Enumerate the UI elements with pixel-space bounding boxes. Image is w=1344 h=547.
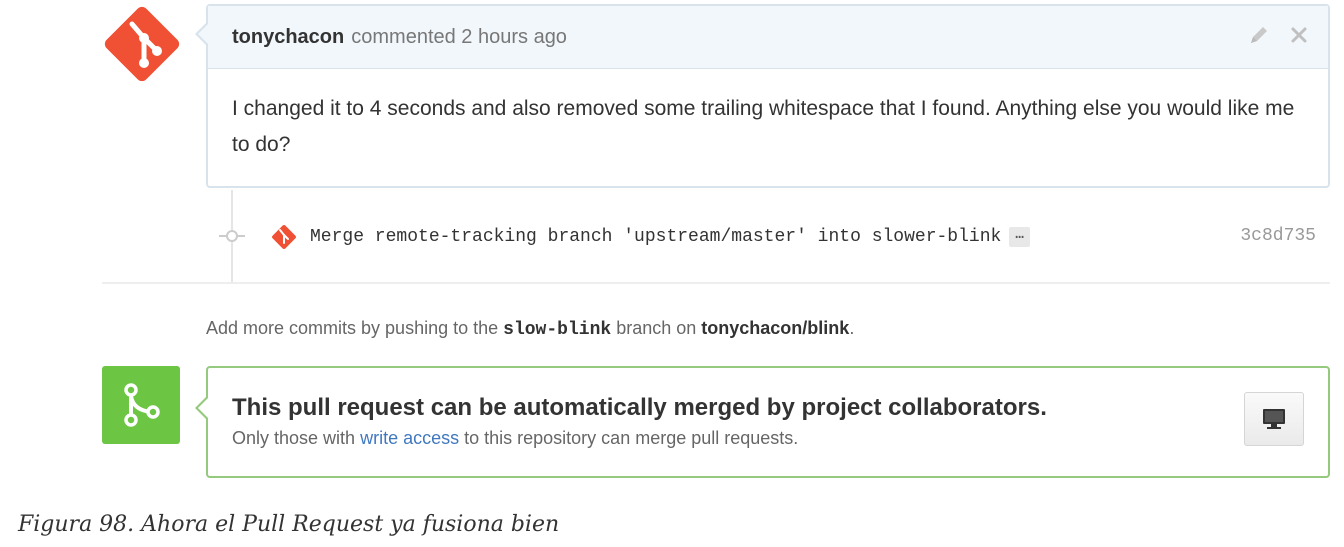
merge-instructions-button[interactable] xyxy=(1244,392,1304,446)
git-logo-small-icon[interactable] xyxy=(270,223,298,251)
commit-expand-button[interactable]: … xyxy=(1009,227,1030,247)
merge-sub-suffix: to this repository can merge pull reques… xyxy=(464,428,799,448)
comment-timestamp[interactable]: commented 2 hours ago xyxy=(351,26,567,49)
close-icon[interactable] xyxy=(1290,26,1308,44)
comment-header: tonychacon commented 2 hours ago xyxy=(208,6,1328,69)
git-merge-icon xyxy=(124,383,160,427)
merge-status-box: This pull request can be automatically m… xyxy=(206,366,1330,478)
monitor-icon xyxy=(1263,409,1285,429)
pencil-icon[interactable] xyxy=(1248,24,1270,46)
repo-name: tonychacon/blink xyxy=(701,318,850,338)
merge-status-subtext: Only those with write access to this rep… xyxy=(232,428,798,449)
avatar[interactable] xyxy=(102,4,182,84)
push-hint-middle: branch on xyxy=(616,318,697,338)
git-logo-icon xyxy=(104,6,180,82)
merge-pointer-inner xyxy=(198,398,208,418)
comment-pointer-inner xyxy=(198,24,208,44)
comment-author[interactable]: tonychacon xyxy=(232,26,344,49)
push-hint: Add more commits by pushing to the slow-… xyxy=(206,318,854,340)
divider xyxy=(102,282,1330,284)
merge-status-title: This pull request can be automatically m… xyxy=(232,394,1047,421)
comment-box: tonychacon commented 2 hours ago I chang… xyxy=(206,4,1330,188)
figure-caption: Figura 98. Ahora el Pull Request ya fusi… xyxy=(18,512,560,537)
commit-row: Merge remote-tracking branch 'upstream/m… xyxy=(270,224,1030,250)
branch-name: slow-blink xyxy=(503,320,612,340)
comment-body: I changed it to 4 seconds and also remov… xyxy=(232,97,1295,156)
commit-sha[interactable]: 3c8d735 xyxy=(1240,226,1316,246)
merge-sub-prefix: Only those with xyxy=(232,428,356,448)
push-hint-prefix: Add more commits by pushing to the xyxy=(206,318,499,338)
push-hint-suffix: . xyxy=(849,318,855,338)
merge-status-icon-box xyxy=(102,366,180,444)
commit-message[interactable]: Merge remote-tracking branch 'upstream/m… xyxy=(310,227,1001,247)
write-access-link[interactable]: write access xyxy=(360,428,459,448)
commit-dot-icon xyxy=(219,230,245,242)
